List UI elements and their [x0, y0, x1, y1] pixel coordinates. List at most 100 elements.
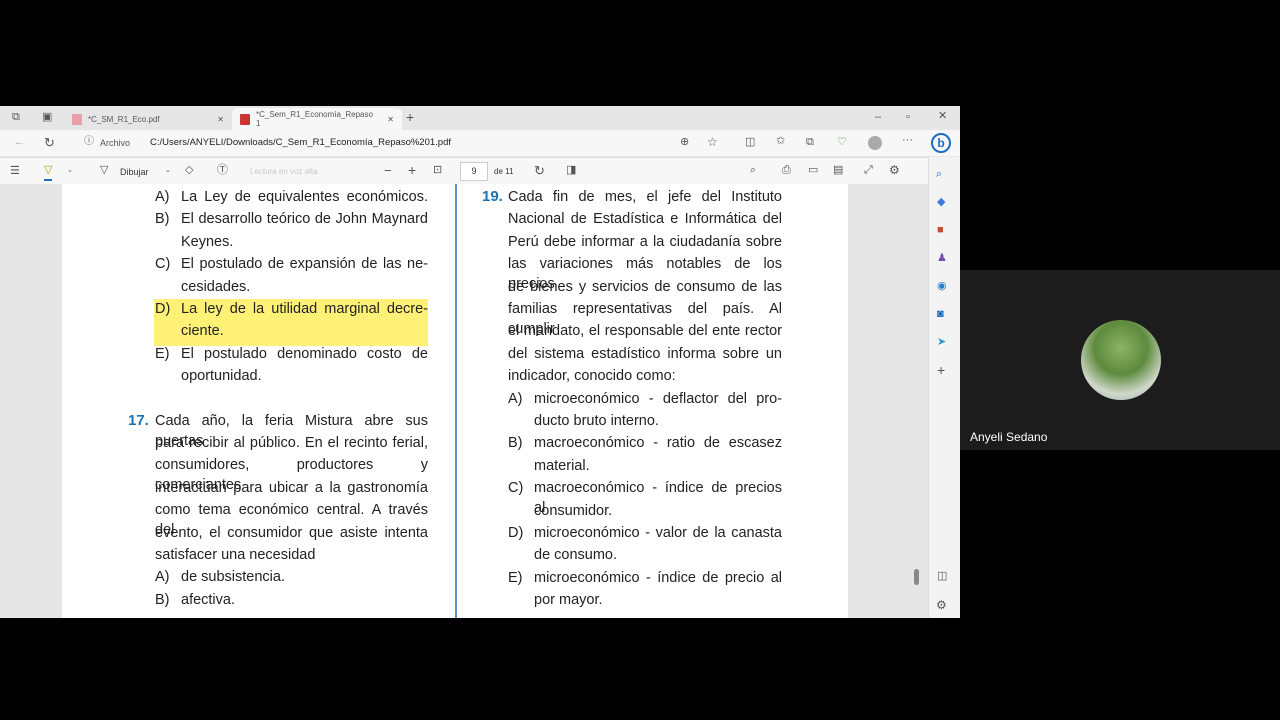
- question-text: indicador, conocido como:: [508, 368, 676, 385]
- outlook-icon[interactable]: ◙: [937, 309, 944, 320]
- back-icon[interactable]: ←: [14, 137, 25, 148]
- add-icon[interactable]: +: [937, 363, 945, 377]
- option-text: de subsistencia.: [181, 569, 285, 586]
- pdf-icon: [240, 113, 250, 125]
- favorites-icon[interactable]: ✩: [776, 136, 785, 147]
- browser-window: ⧉ ▣ *C_SM_R1_Eco.pdf ✕ *C_Sem_R1_Economí…: [0, 106, 960, 618]
- favorite-star-icon[interactable]: ☆: [707, 136, 718, 148]
- option-text: microeconómico - índice de precio al: [534, 569, 782, 586]
- option-text: cesidades.: [181, 278, 251, 295]
- minimize-icon[interactable]: –: [875, 112, 881, 123]
- games-icon[interactable]: ♟: [937, 253, 947, 264]
- settings-icon[interactable]: ⚙: [889, 164, 900, 176]
- extension-icon[interactable]: ♡: [837, 137, 847, 148]
- tab-label: *C_SM_R1_Eco.pdf: [88, 114, 160, 124]
- pdf-icon: [72, 113, 82, 125]
- draw-button[interactable]: Dibujar: [120, 167, 149, 177]
- office-icon[interactable]: ◉: [937, 281, 947, 292]
- read-aloud-button[interactable]: Lectura en voz alta: [250, 167, 318, 176]
- option-text: El desarrollo teórico de John Maynard: [181, 211, 428, 228]
- settings-icon[interactable]: ⚙: [936, 599, 947, 611]
- info-icon[interactable]: ⓘ: [84, 137, 94, 147]
- more-icon[interactable]: ···: [902, 135, 913, 146]
- search-icon[interactable]: ⌕: [936, 169, 942, 180]
- url-input[interactable]: C:/Users/ANYELI/Downloads/C_Sem_R1_Econo…: [150, 137, 451, 148]
- close-tab-icon[interactable]: ✕: [387, 115, 394, 124]
- reading-view-icon[interactable]: ◫: [745, 137, 755, 148]
- tools-icon[interactable]: ■: [937, 225, 944, 236]
- workspaces-icon[interactable]: ⧉: [12, 112, 20, 123]
- sidebar-layout-icon[interactable]: ◫: [937, 571, 947, 582]
- scrollbar[interactable]: [912, 262, 920, 618]
- shopping-icon[interactable]: ◆: [937, 197, 945, 208]
- tab-c-sm-r1-eco[interactable]: *C_SM_R1_Eco.pdf ✕: [64, 108, 232, 130]
- option-text: La Ley de equivalentes económicos.: [181, 189, 428, 205]
- option-text: afectiva.: [181, 591, 235, 608]
- address-label: Archivo: [100, 138, 131, 148]
- chevron-down-icon[interactable]: ⌄: [165, 167, 171, 174]
- chevron-down-icon[interactable]: ⌄: [67, 167, 73, 174]
- search-icon[interactable]: ⌕: [750, 165, 756, 176]
- eraser-icon[interactable]: ◇: [185, 165, 193, 176]
- option-letter: D): [508, 525, 524, 541]
- option-letter: B): [155, 591, 170, 608]
- option-text: Keynes.: [181, 233, 234, 250]
- tab-c-sem-r1-economia[interactable]: *C_Sem_R1_Economía_Repaso 1 ✕: [232, 108, 402, 130]
- page-view-icon[interactable]: ◨: [566, 165, 576, 176]
- video-tile: Anyeli Sedano: [960, 270, 1280, 450]
- option-text: El postulado de expansión de las ne-: [181, 256, 428, 273]
- option-text: ciente.: [181, 323, 224, 340]
- contents-icon[interactable]: ☰: [10, 166, 20, 177]
- option-letter: C): [508, 480, 524, 497]
- collections-icon[interactable]: ⧉: [806, 137, 814, 148]
- option-text: La ley de la utilidad marginal decre-: [181, 301, 428, 317]
- tab-label: *C_Sem_R1_Economía_Repaso 1: [256, 110, 373, 128]
- question-text: Cada año, la feria Mistura abre sus puer…: [155, 412, 428, 449]
- rotate-icon[interactable]: ↻: [534, 164, 545, 177]
- option-letter: A): [155, 189, 170, 205]
- question-text: de bienes y servicios de consumo de las: [508, 278, 782, 295]
- option-letter: E): [508, 569, 523, 586]
- profile-avatar[interactable]: [868, 136, 882, 150]
- option-text: oportunidad.: [181, 368, 262, 385]
- tab-bar: ⧉ ▣ *C_SM_R1_Eco.pdf ✕ *C_Sem_R1_Economí…: [0, 106, 960, 130]
- scrollbar-thumb[interactable]: [914, 569, 919, 585]
- fullscreen-icon[interactable]: ⤢: [864, 165, 873, 176]
- close-window-icon[interactable]: ✕: [938, 111, 947, 122]
- option-letter: B): [508, 435, 523, 452]
- pdf-page: A) La Ley de equivalentes económicos. B) El…: [62, 184, 848, 618]
- close-tab-icon[interactable]: ✕: [217, 115, 224, 124]
- pdf-viewer: A) La Ley de equivalentes económicos. B) El…: [0, 184, 928, 618]
- refresh-icon[interactable]: ↻: [44, 136, 55, 149]
- zoom-in-icon[interactable]: +: [408, 163, 416, 177]
- question-text: interactúan para ubicar a la gastronomía: [155, 479, 428, 496]
- save-icon[interactable]: ▭: [808, 165, 818, 176]
- tab-actions-icon[interactable]: ▣: [42, 112, 52, 123]
- print-icon[interactable]: ⎙: [782, 165, 791, 176]
- zoom-out-icon[interactable]: −: [384, 164, 392, 177]
- question-text: evento, el consumidor que asiste intenta: [155, 524, 428, 541]
- question-text: para recibir al público. En el recinto f…: [155, 435, 428, 451]
- option-letter: E): [155, 345, 170, 362]
- option-text: material.: [534, 457, 590, 474]
- edge-sidebar: ⌕ ◆ ■ ♟ ◉ ◙ ➤ + ◫ ⚙: [928, 157, 960, 618]
- highlight-icon[interactable]: ▽: [44, 165, 53, 181]
- new-tab-icon[interactable]: +: [406, 110, 414, 124]
- fit-page-icon[interactable]: ⊡: [433, 165, 442, 176]
- option-text: microeconómico - deflactor del pro-: [534, 390, 782, 407]
- option-letter: D): [155, 301, 171, 317]
- zoom-icon[interactable]: ⊕: [680, 137, 689, 148]
- save-as-icon[interactable]: ▤: [833, 165, 843, 176]
- restore-icon[interactable]: ▫: [906, 112, 910, 123]
- send-icon[interactable]: ➤: [937, 337, 946, 348]
- option-text: macroeconómico - ratio de escasez: [534, 435, 782, 452]
- option-letter: A): [508, 390, 523, 407]
- draw-icon[interactable]: ▽: [100, 165, 108, 176]
- address-bar: ← ↻ ⓘ Archivo C:/Users/ANYELI/Downloads/…: [0, 130, 960, 156]
- page-number-input[interactable]: 9: [460, 162, 488, 181]
- question-text: Cada fin de mes, el jefe del Instituto: [508, 189, 782, 205]
- option-text: ducto bruto interno.: [534, 413, 659, 429]
- text-icon[interactable]: Ⓣ: [217, 165, 228, 176]
- bing-copilot-icon[interactable]: b: [931, 133, 951, 153]
- column-divider: [455, 184, 457, 618]
